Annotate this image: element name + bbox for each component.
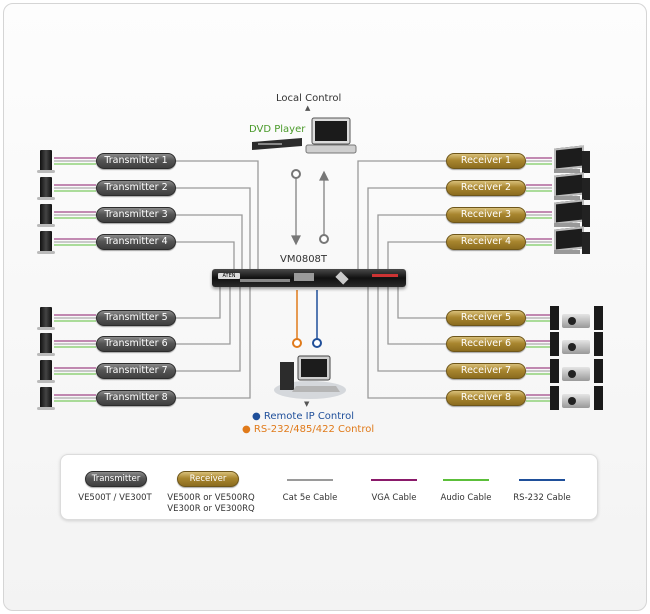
receiver-8: Receiver 8 <box>446 390 526 406</box>
transmitter-6: Transmitter 6 <box>96 336 176 352</box>
transmitter-4: Transmitter 4 <box>96 234 176 250</box>
transmitter-5: Transmitter 5 <box>96 310 176 326</box>
source-computer-icon <box>37 231 55 254</box>
up-arrow-icon: ▲ <box>305 104 311 112</box>
source-computer-icon <box>37 150 55 173</box>
source-computer-icon <box>37 387 55 410</box>
legend: Transmitter Receiver VE500T / VE300T VE5… <box>60 454 598 520</box>
transmitter-3: Transmitter 3 <box>96 207 176 223</box>
vm0808t-switch: ATEN <box>212 269 406 287</box>
legend-audio-line <box>443 479 489 481</box>
receiver-6: Receiver 6 <box>446 336 526 352</box>
local-control-arrows <box>291 170 329 246</box>
transmitter-7: Transmitter 7 <box>96 363 176 379</box>
dvd-port-icon <box>291 169 301 179</box>
source-computer-icon <box>37 177 55 200</box>
legend-audio-label: Audio Cable <box>440 493 492 503</box>
source-computer-icon <box>37 307 55 330</box>
legend-receiver-badge: Receiver <box>177 471 239 487</box>
legend-cat5e-label: Cat 5e Cable <box>282 493 338 503</box>
ip-port-icon <box>312 338 322 348</box>
legend-receiver-models-2: VE300R or VE300RQ <box>167 504 255 514</box>
switch-model-label: VM0808T <box>280 254 328 265</box>
legend-receiver-models-1: VE500R or VE500RQ <box>167 493 255 503</box>
port-bank-left <box>240 279 290 282</box>
nav-keys-icon <box>335 271 349 285</box>
rs232-control-label: ● RS-232/485/422 Control <box>242 424 375 435</box>
receiver-4: Receiver 4 <box>446 234 526 250</box>
down-arrow-icon: ▼ <box>304 400 310 408</box>
transmitter-2: Transmitter 2 <box>96 180 176 196</box>
legend-vga-label: VGA Cable <box>371 493 417 503</box>
aten-logo-icon: ATEN <box>218 273 240 279</box>
status-led <box>372 274 398 277</box>
monitor-port-icon <box>319 234 329 244</box>
receiver-3: Receiver 3 <box>446 207 526 223</box>
legend-rs232-line <box>519 479 565 481</box>
local-control-label: Local Control <box>276 93 342 104</box>
display-panel <box>294 273 314 281</box>
remote-computer-icon <box>274 355 346 399</box>
legend-transmitter-models: VE500T / VE300T <box>78 493 152 503</box>
receiver-7: Receiver 7 <box>446 363 526 379</box>
legend-rs232-label: RS-232 Cable <box>513 493 571 503</box>
rs232-control-text: RS-232/485/422 Control <box>253 424 375 435</box>
dvd-and-monitor-icon <box>252 117 357 154</box>
legend-cat5e-line <box>287 479 333 481</box>
legend-vga-line <box>371 479 417 481</box>
rs232-port-icon <box>292 338 302 348</box>
source-computer-icon <box>37 360 55 383</box>
transmitter-8: Transmitter 8 <box>96 390 176 406</box>
receiver-1: Receiver 1 <box>446 153 526 169</box>
transmitter-1: Transmitter 1 <box>96 153 176 169</box>
receiver-5: Receiver 5 <box>446 310 526 326</box>
source-computer-icon <box>37 333 55 356</box>
receiver-2: Receiver 2 <box>446 180 526 196</box>
remote-ip-text: Remote IP Control <box>263 411 354 422</box>
remote-ip-label: ● Remote IP Control <box>252 411 354 422</box>
source-computer-icon <box>37 204 55 227</box>
legend-transmitter-badge: Transmitter <box>85 471 147 487</box>
